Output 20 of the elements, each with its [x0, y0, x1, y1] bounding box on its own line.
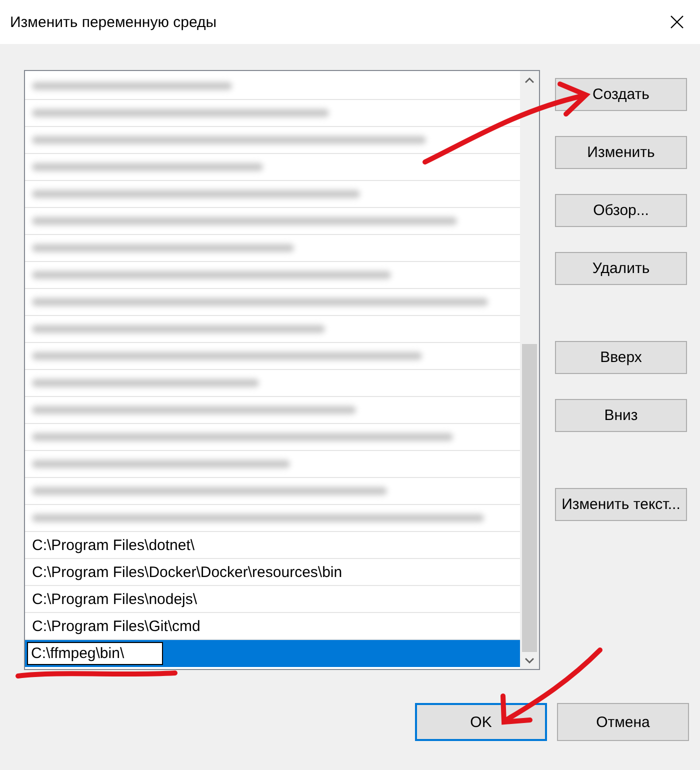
- action-button[interactable]: Создать: [555, 78, 687, 111]
- path-row[interactable]: C:\Program Files\Docker\Docker\resources\bin: [25, 559, 520, 586]
- action-button[interactable]: Изменить текст...: [555, 488, 687, 521]
- scroll-thumb[interactable]: [522, 344, 537, 652]
- action-button[interactable]: Изменить: [555, 136, 687, 169]
- dialog-button[interactable]: OK: [415, 703, 547, 741]
- path-input[interactable]: C:\ffmpeg\bin\: [27, 642, 163, 665]
- scroll-down-icon[interactable]: [525, 658, 534, 664]
- path-row[interactable]: C:\Program Files\nodejs\: [25, 586, 520, 613]
- action-button[interactable]: Вниз: [555, 399, 687, 432]
- action-button[interactable]: Обзор...: [555, 194, 687, 227]
- close-icon[interactable]: [670, 15, 684, 29]
- action-button[interactable]: Вверх: [555, 341, 687, 374]
- path-row[interactable]: C:\Program Files\dotnet\: [25, 532, 520, 559]
- scroll-up-icon[interactable]: [525, 76, 534, 82]
- selected-row[interactable]: C:\ffmpeg\bin\: [25, 640, 520, 667]
- window-title: Изменить переменную среды: [10, 14, 217, 30]
- scrollbar[interactable]: [520, 71, 539, 669]
- dialog-button[interactable]: Отмена: [557, 703, 689, 741]
- action-button[interactable]: Удалить: [555, 252, 687, 285]
